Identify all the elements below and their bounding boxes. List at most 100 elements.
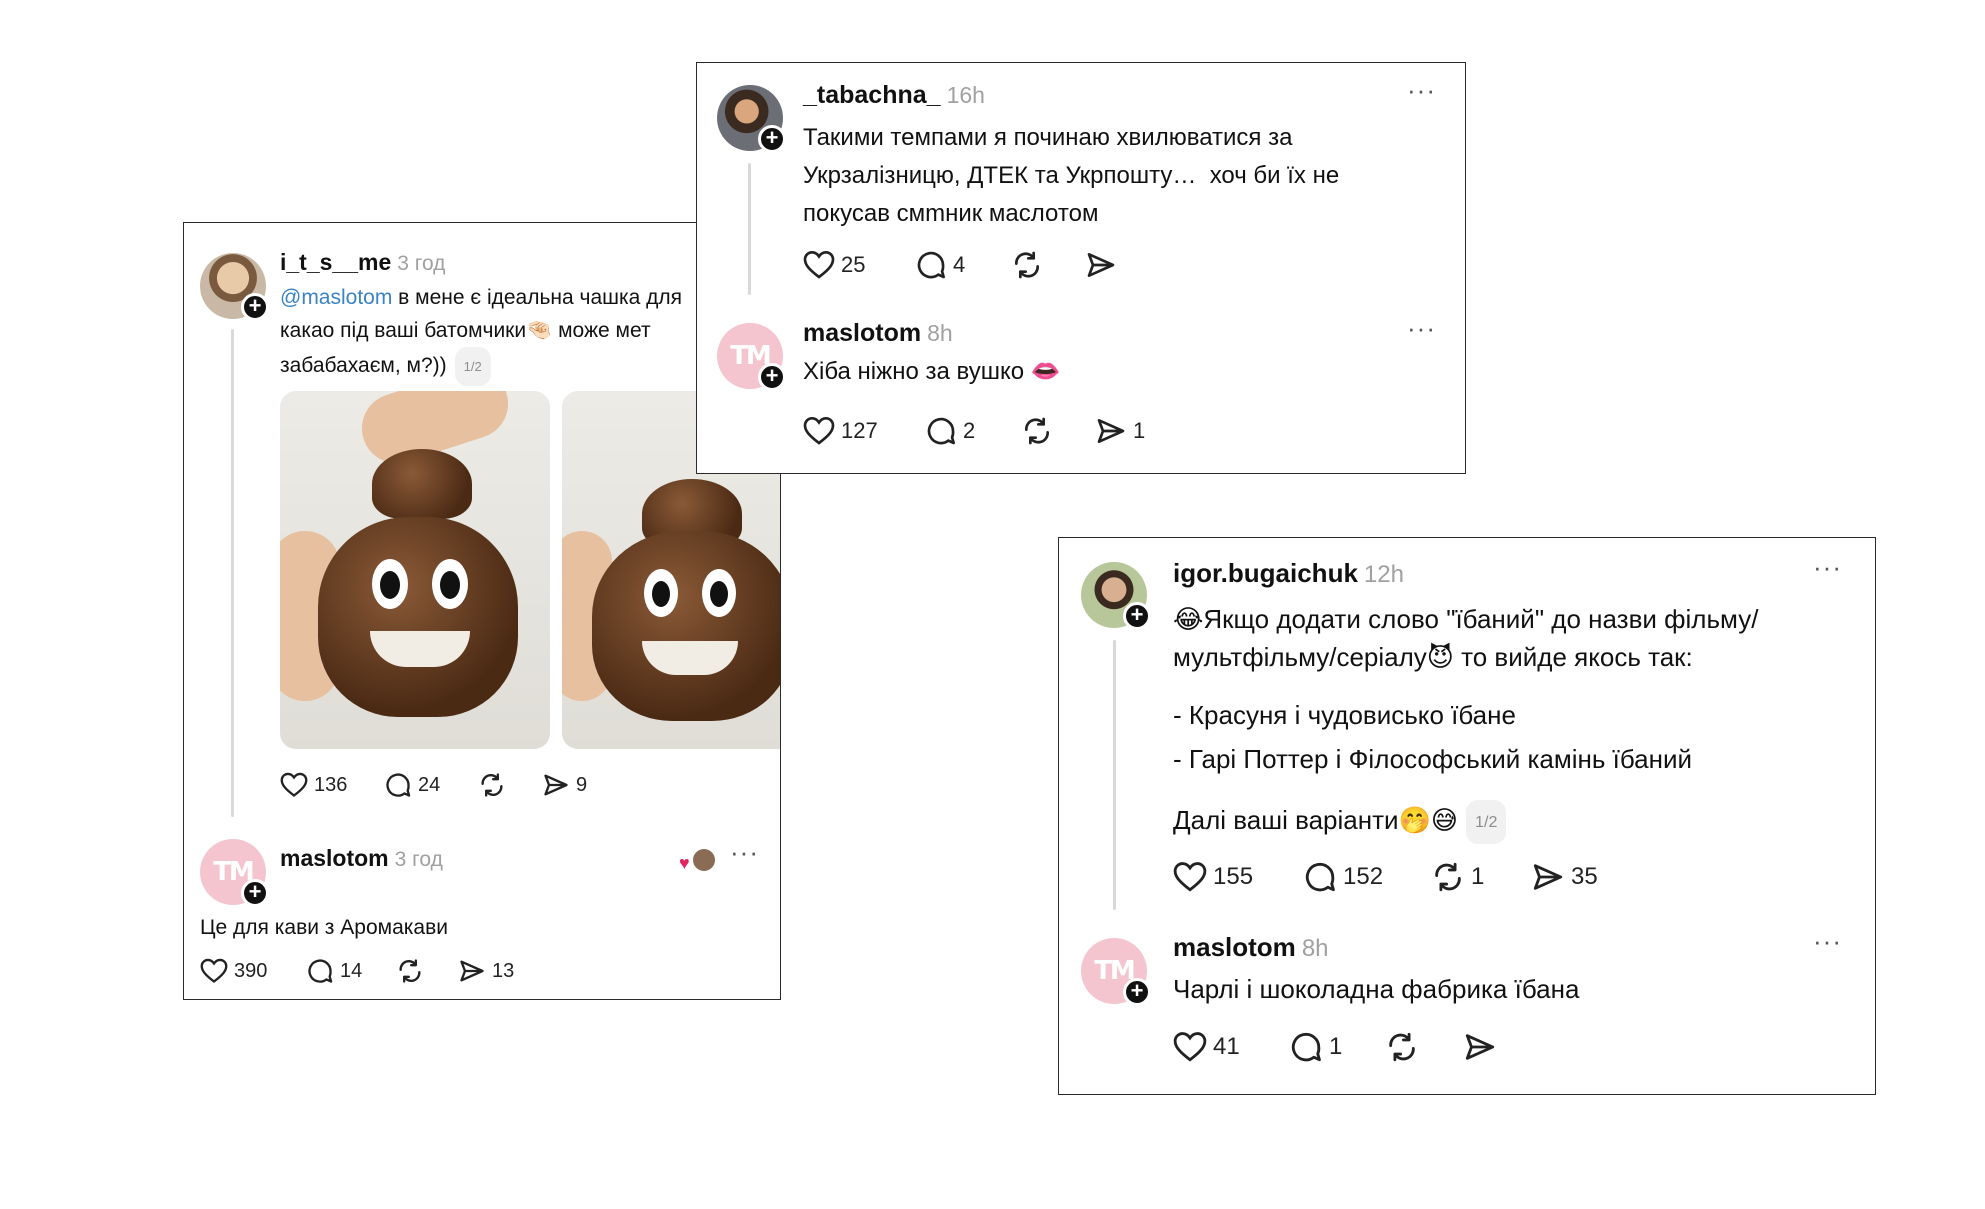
share-button[interactable]: 1 [1095, 415, 1145, 447]
share-icon [1465, 1034, 1495, 1060]
follow-plus-icon[interactable]: + [241, 293, 269, 321]
username-text[interactable]: maslotom [280, 845, 389, 871]
like-button[interactable]: 41 [1173, 1031, 1289, 1063]
post-maslotom-reply[interactable]: TM + maslotom 8h ··· Хіба ніжно за вушко … [697, 303, 1465, 473]
repost-icon [1435, 862, 1461, 892]
post-maslotom-reply[interactable]: TM + maslotom 8h ··· Чарлі і шоколадна фа… [1059, 918, 1875, 1094]
repost-count: 1 [1471, 863, 1485, 890]
post-time: 8h [1301, 935, 1329, 962]
share-count: 9 [576, 773, 588, 796]
comment-icon [386, 773, 411, 797]
follow-plus-icon[interactable]: + [758, 363, 786, 391]
post-time: 3 год [397, 252, 446, 275]
like-count: 127 [841, 418, 878, 443]
heart-icon [803, 250, 835, 279]
share-button[interactable]: 35 [1531, 860, 1598, 894]
mention-link[interactable]: @maslotom [280, 286, 392, 309]
post-actions: 136 24 9 [280, 771, 587, 799]
username-text[interactable]: i_t_s__me [280, 249, 391, 275]
follow-plus-icon[interactable]: + [1123, 602, 1151, 630]
thread-line [231, 329, 234, 817]
post-actions: 41 1 [1173, 1030, 1503, 1064]
more-icon[interactable]: ··· [1407, 315, 1436, 341]
username-text[interactable]: maslotom [1173, 932, 1296, 962]
share-count: 35 [1571, 863, 1598, 890]
username[interactable]: maslotom 3 год [280, 845, 443, 872]
comment-count: 152 [1343, 863, 1384, 890]
post-maslotom-reply[interactable]: TM + maslotom 3 год ♥ ··· Це для кави з А… [184, 823, 780, 999]
comment-count: 2 [963, 418, 976, 443]
comment-count: 14 [340, 959, 363, 982]
heart-icon [803, 416, 835, 445]
repost-button[interactable]: 1 [1431, 860, 1531, 894]
follow-plus-icon[interactable]: + [758, 125, 786, 153]
repost-icon [399, 959, 421, 983]
post-line-3: - Красуня і чудовисько їбане [1173, 700, 1516, 730]
username[interactable]: _tabachna_ 16h [803, 81, 985, 110]
post-time: 8h [927, 320, 953, 346]
username[interactable]: i_t_s__me 3 год [280, 249, 445, 276]
post-line-2: мультфільму/серіалу😈 то вийде якось так: [1173, 642, 1693, 672]
thread-card-1: + i_t_s__me 3 год @maslotom в мене є ідеа… [183, 222, 781, 1000]
username[interactable]: maslotom 8h [803, 319, 953, 348]
repost-icon [1025, 417, 1049, 445]
repost-button[interactable] [1021, 415, 1095, 447]
comment-icon [308, 959, 333, 983]
comment-button[interactable]: 1 [1289, 1030, 1385, 1064]
comment-count: 1 [1329, 1033, 1343, 1060]
mug-image [592, 531, 780, 721]
post-line-5-text: Далі ваші варіанти🤭😅 [1173, 804, 1459, 835]
like-count: 155 [1213, 863, 1254, 890]
repost-button[interactable] [478, 771, 542, 799]
repost-icon [1015, 251, 1039, 279]
post-line-1: 😂Якщо додати слово "їбаний" до назви філ… [1173, 604, 1759, 634]
share-button[interactable] [1085, 249, 1123, 281]
comment-icon [917, 251, 945, 279]
more-icon[interactable]: ··· [730, 839, 759, 865]
post-line-4: - Гарі Поттер і Філософський камінь їбан… [1173, 744, 1693, 774]
post-igor-bugaichuk[interactable]: + igor.bugaichuk 12h ··· 😂Якщо додати сло… [1059, 538, 1875, 918]
comment-count: 24 [418, 773, 441, 796]
share-button[interactable]: 9 [542, 771, 587, 799]
post-actions: 390 14 13 [200, 957, 514, 985]
follow-plus-icon[interactable]: + [241, 879, 269, 907]
post-image-1[interactable] [280, 391, 550, 749]
share-button[interactable]: 13 [458, 957, 514, 985]
comment-button[interactable]: 4 [915, 249, 1011, 281]
mug-pupil [710, 581, 728, 607]
follow-plus-icon[interactable]: + [1123, 978, 1151, 1006]
comment-icon [1291, 1032, 1321, 1062]
like-button[interactable]: 390 [200, 958, 306, 984]
post-text: Такими темпами я починаю хвилюватися за … [803, 124, 1340, 227]
like-button[interactable]: 155 [1173, 861, 1303, 893]
post-tabachna[interactable]: + _tabachna_ 16h ··· Такими темпами я поч… [697, 63, 1465, 303]
comment-count: 4 [953, 252, 966, 277]
like-button[interactable]: 136 [280, 772, 384, 798]
more-icon[interactable]: ··· [1813, 928, 1842, 954]
like-button[interactable]: 25 [803, 250, 915, 280]
share-icon [1533, 864, 1563, 890]
username-text[interactable]: _tabachna_ [803, 81, 941, 109]
thread-card-2: + _tabachna_ 16h ··· Такими темпами я поч… [696, 62, 1466, 474]
mug-pupil [652, 581, 670, 607]
repost-button[interactable] [1385, 1030, 1463, 1064]
comment-button[interactable]: 14 [306, 957, 396, 985]
username[interactable]: maslotom 8h [1173, 932, 1329, 963]
post-text: Це для кави з Аромакави [200, 916, 448, 939]
username-text[interactable]: maslotom [803, 319, 921, 347]
comment-button[interactable]: 24 [384, 771, 478, 799]
share-button[interactable] [1463, 1030, 1503, 1064]
more-icon[interactable]: ··· [1407, 77, 1436, 103]
share-icon [460, 960, 484, 982]
post-its-me[interactable]: + i_t_s__me 3 год @maslotom в мене є ідеа… [184, 223, 780, 823]
more-icon[interactable]: ··· [1813, 554, 1842, 580]
comment-button[interactable]: 2 [925, 415, 1021, 447]
repost-button[interactable] [1011, 249, 1085, 281]
username-text[interactable]: igor.bugaichuk [1173, 558, 1358, 588]
like-button[interactable]: 127 [803, 416, 925, 446]
heart-icon [280, 772, 308, 797]
username[interactable]: igor.bugaichuk 12h [1173, 558, 1404, 589]
repost-icon [1389, 1032, 1415, 1062]
repost-button[interactable] [396, 957, 458, 985]
comment-button[interactable]: 152 [1303, 860, 1431, 894]
